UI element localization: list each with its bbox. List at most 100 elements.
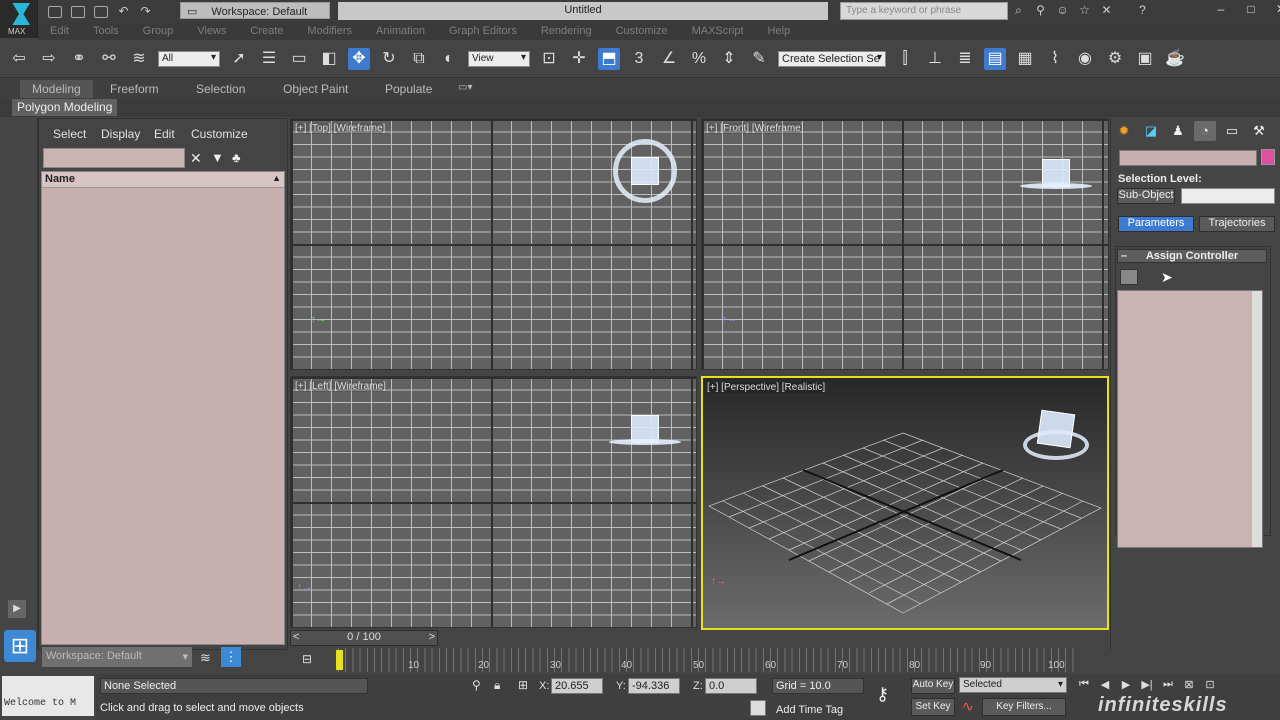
viewport-top-label[interactable]: [+] [Top] [Wireframe] bbox=[295, 123, 386, 134]
rectangular-selection-icon[interactable]: ▭ bbox=[288, 48, 310, 70]
select-and-rotate-icon[interactable]: ↻ bbox=[378, 48, 400, 70]
key-filters-button[interactable]: Key Filters... bbox=[982, 698, 1066, 716]
zoom-extents-icon[interactable]: ⊠ bbox=[1181, 678, 1197, 694]
redo-icon[interactable]: ⇨ bbox=[38, 48, 60, 70]
expand-arrow-icon[interactable]: ▶ bbox=[8, 600, 26, 618]
workspace-dropdown[interactable]: ▭ Workspace: Default bbox=[180, 2, 330, 19]
z-coordinate-field[interactable]: 0.0 bbox=[705, 678, 757, 694]
layer-toggle-icon[interactable]: ≋ bbox=[200, 650, 211, 666]
clear-search-icon[interactable]: ✕ bbox=[190, 150, 202, 167]
pivot-center-icon[interactable]: ⊡ bbox=[538, 48, 560, 70]
assign-controller-icon[interactable] bbox=[1120, 269, 1138, 285]
torus-object[interactable] bbox=[1020, 183, 1092, 189]
undo-icon[interactable]: ⇦ bbox=[8, 48, 30, 70]
sub-object-dropdown[interactable] bbox=[1181, 188, 1275, 204]
select-and-place-icon[interactable]: ◐ bbox=[438, 48, 460, 70]
play-icon[interactable]: ▶ bbox=[1118, 678, 1134, 694]
redo-icon[interactable]: ↷ bbox=[139, 5, 152, 18]
close-icon[interactable]: ✕ bbox=[1272, 3, 1280, 15]
select-and-move-icon[interactable]: ✥ bbox=[348, 48, 370, 70]
absolute-mode-icon[interactable]: ⊞ bbox=[518, 678, 528, 692]
x-coordinate-field[interactable]: 20.655 bbox=[551, 678, 603, 694]
lock-selection-icon[interactable]: 🔒︎ bbox=[494, 678, 500, 693]
menu-graph-editors[interactable]: Graph Editors bbox=[449, 25, 517, 37]
go-to-end-icon[interactable]: ⏭ bbox=[1160, 678, 1176, 694]
menu-modifiers[interactable]: Modifiers bbox=[307, 25, 352, 37]
filter-icon[interactable]: ▼ bbox=[211, 150, 224, 165]
maxscript-listener-mini[interactable]: Welcome to M bbox=[2, 676, 94, 716]
mirror-icon[interactable]: ⫿ bbox=[894, 48, 916, 70]
add-time-tag-button[interactable]: Add Time Tag bbox=[776, 704, 843, 716]
percent-snap-icon[interactable]: % bbox=[688, 48, 710, 70]
trajectories-tab[interactable]: Trajectories bbox=[1199, 216, 1275, 232]
named-selection-dropdown[interactable]: Create Selection Se bbox=[778, 51, 886, 67]
bind-space-warp-icon[interactable]: ≋ bbox=[128, 48, 150, 70]
menu-animation[interactable]: Animation bbox=[376, 25, 425, 37]
menu-group[interactable]: Group bbox=[143, 25, 174, 37]
time-slider[interactable]: < 0 / 100 > bbox=[290, 630, 438, 646]
display-tab-icon[interactable]: ▭ bbox=[1221, 121, 1243, 141]
help-icon[interactable]: ? bbox=[1136, 4, 1149, 17]
explorer-menu-customize[interactable]: Customize bbox=[191, 127, 248, 141]
link-icon[interactable]: ⚭ bbox=[68, 48, 90, 70]
previous-frame-icon[interactable]: ◀ bbox=[1097, 678, 1113, 694]
render-setup-icon[interactable]: ⚙ bbox=[1104, 48, 1126, 70]
maximize-icon[interactable]: □ bbox=[1242, 3, 1260, 15]
utilities-tab-icon[interactable]: ⚒ bbox=[1248, 121, 1270, 141]
torus-object[interactable] bbox=[609, 439, 681, 445]
viewport-left[interactable]: [+] [Left] [Wireframe] ↑→ bbox=[290, 376, 697, 628]
ribbon-options-icon[interactable]: ▭▾ bbox=[458, 80, 472, 95]
explorer-menu-select[interactable]: Select bbox=[53, 127, 86, 141]
name-column-header[interactable]: Name ▲ bbox=[42, 172, 284, 188]
layer-explorer-icon[interactable]: ≣ bbox=[954, 48, 976, 70]
go-to-start-icon[interactable]: ⏮ bbox=[1076, 678, 1092, 694]
track-bar[interactable]: ⊟ 10 20 30 40 50 60 70 80 90 100 bbox=[300, 648, 1080, 672]
viewport-perspective[interactable]: [+] [Perspective] [Realistic] ↑→ bbox=[701, 376, 1109, 630]
minimize-icon[interactable]: – bbox=[1212, 3, 1230, 15]
explorer-workspace-dropdown[interactable]: Workspace: Default ▾ bbox=[42, 647, 192, 667]
render-production-icon[interactable]: ☕ bbox=[1164, 48, 1186, 70]
explorer-search-field[interactable] bbox=[43, 148, 185, 168]
box-object[interactable] bbox=[1036, 409, 1076, 449]
reference-coordinate-dropdown[interactable]: View bbox=[468, 51, 530, 67]
isolate-toggle-icon[interactable]: ⚲ bbox=[472, 678, 481, 692]
box-object[interactable] bbox=[631, 157, 659, 185]
undo-icon[interactable]: ↶ bbox=[117, 5, 130, 18]
viewport-top[interactable]: [+] [Top] [Wireframe] ↑→ bbox=[290, 118, 697, 370]
tab-freeform[interactable]: Freeform bbox=[110, 80, 159, 98]
select-by-name-icon[interactable]: ☰ bbox=[258, 48, 280, 70]
auto-key-button[interactable]: Auto Key bbox=[911, 678, 955, 694]
key-mode-dropdown[interactable]: Selected ▾ bbox=[959, 677, 1067, 693]
controller-tree[interactable] bbox=[1117, 290, 1263, 548]
next-frame-icon[interactable]: > bbox=[429, 631, 435, 643]
parameters-tab[interactable]: Parameters bbox=[1118, 216, 1194, 232]
tab-modeling[interactable]: Modeling bbox=[20, 80, 93, 98]
select-and-scale-icon[interactable]: ⧉ bbox=[408, 48, 430, 70]
explorer-menu-edit[interactable]: Edit bbox=[154, 127, 175, 141]
maximize-viewport-icon[interactable]: ⊡ bbox=[1202, 678, 1218, 694]
set-key-mode-icon[interactable]: ⚷ bbox=[876, 684, 889, 705]
menu-tools[interactable]: Tools bbox=[93, 25, 119, 37]
exchange-icon[interactable]: ✕ bbox=[1100, 4, 1113, 17]
sub-object-button[interactable]: Sub-Object bbox=[1117, 188, 1175, 204]
viewport-front[interactable]: [+] [Front] [Wireframe] ↑→ bbox=[701, 118, 1109, 370]
new-file-icon[interactable] bbox=[48, 5, 62, 18]
align-icon[interactable]: ⊥ bbox=[924, 48, 946, 70]
selection-filter-dropdown[interactable]: All bbox=[158, 51, 220, 67]
prev-frame-icon[interactable]: < bbox=[293, 631, 299, 643]
open-file-icon[interactable] bbox=[71, 5, 85, 18]
polygon-modeling-panel[interactable]: Polygon Modeling bbox=[12, 99, 118, 116]
object-color-swatch[interactable] bbox=[1261, 149, 1275, 165]
window-crossing-icon[interactable]: ◧ bbox=[318, 48, 340, 70]
unlink-icon[interactable]: ⚯ bbox=[98, 48, 120, 70]
time-cursor[interactable] bbox=[336, 650, 343, 670]
explorer-object-list[interactable]: Name ▲ bbox=[41, 171, 285, 645]
viewport-left-label[interactable]: [+] [Left] [Wireframe] bbox=[295, 381, 386, 392]
tab-selection[interactable]: Selection bbox=[196, 80, 245, 98]
rendered-frame-window-icon[interactable]: ▣ bbox=[1134, 48, 1156, 70]
explorer-menu-display[interactable]: Display bbox=[101, 127, 140, 141]
viewport-layouts-icon[interactable]: ⊞ bbox=[4, 630, 36, 662]
spinner-snap-icon[interactable]: ⇕ bbox=[718, 48, 740, 70]
sort-by-layer-icon[interactable]: ⋮ bbox=[221, 647, 241, 667]
hierarchy-icon[interactable]: ♣ bbox=[232, 150, 241, 165]
